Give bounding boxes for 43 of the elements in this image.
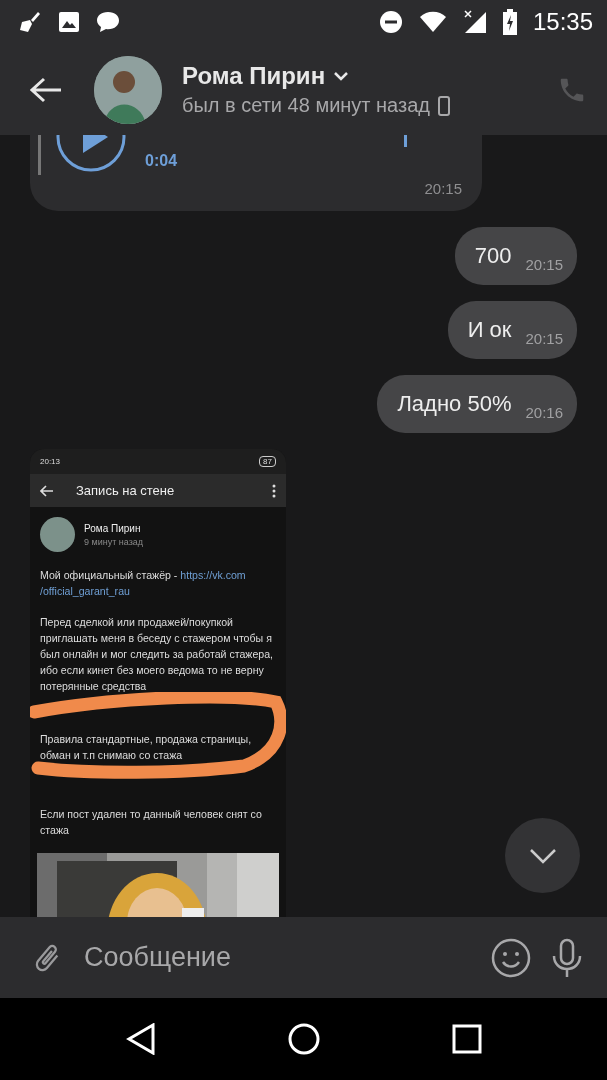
phone-device-icon xyxy=(438,95,450,116)
screenshot-battery: 87 xyxy=(259,456,276,467)
chevron-down-icon xyxy=(528,847,557,864)
message-time: 20:15 xyxy=(424,180,462,197)
back-nav-button[interactable] xyxy=(125,1023,156,1055)
screenshot-time: 20:13 xyxy=(40,457,61,466)
message-input[interactable]: Сообщение xyxy=(82,941,473,974)
image-icon xyxy=(58,11,80,33)
chevron-down-icon xyxy=(333,71,350,81)
message-time: 20:15 xyxy=(525,329,563,347)
broom-icon xyxy=(18,10,42,34)
more-icon xyxy=(272,483,276,498)
post-text: Мой официальный стажёр - xyxy=(40,569,179,581)
link[interactable]: /official_garant_rau xyxy=(40,585,130,597)
post-text: Если пост удален то данный человек снят со стажа xyxy=(40,807,263,838)
battery-charging-icon xyxy=(502,9,517,35)
wifi-icon xyxy=(418,11,447,33)
message-composer[interactable]: Сообщение xyxy=(0,917,607,998)
back-button[interactable] xyxy=(30,76,62,103)
last-seen: был в сети 48 минут назад xyxy=(182,94,430,117)
home-button[interactable] xyxy=(286,1022,321,1056)
message-time: 20:16 xyxy=(525,403,563,421)
back-arrow-icon xyxy=(40,484,54,497)
voice-duration: 0:04 xyxy=(145,152,178,170)
avatar xyxy=(40,517,75,552)
message-text: Ладно 50% xyxy=(397,391,512,417)
screenshot-attachment[interactable] xyxy=(30,449,286,917)
message-text: 700 xyxy=(474,243,512,269)
signal-icon xyxy=(462,10,487,34)
contact-name[interactable]: Рома Пирин xyxy=(182,62,326,90)
link[interactable]: https://vk.com xyxy=(180,569,246,581)
post-text: Перед сделкой или продажей/покупкой приглашать меня в беседу с стажером чтобы я был онлайн и мог следить за работай стажера, ибо если кинет без моего ведома то не верну потерянные средства xyxy=(40,615,275,694)
post-author: Рома Пирин xyxy=(84,522,142,534)
post-text: Правила стандартные, продажа страницы, обман и т.п снимаю со стажа xyxy=(40,732,253,763)
emoji-button[interactable] xyxy=(491,937,531,978)
post-time: 9 минут назад xyxy=(84,536,144,547)
message-text: И ок xyxy=(467,317,512,343)
message-time: 20:15 xyxy=(525,255,563,273)
do-not-disturb-icon xyxy=(378,10,403,34)
recents-button[interactable] xyxy=(451,1024,482,1054)
clock: 15:35 xyxy=(532,8,593,36)
screenshot-title: Запись на стене xyxy=(76,483,176,498)
chat-icon xyxy=(96,11,120,33)
